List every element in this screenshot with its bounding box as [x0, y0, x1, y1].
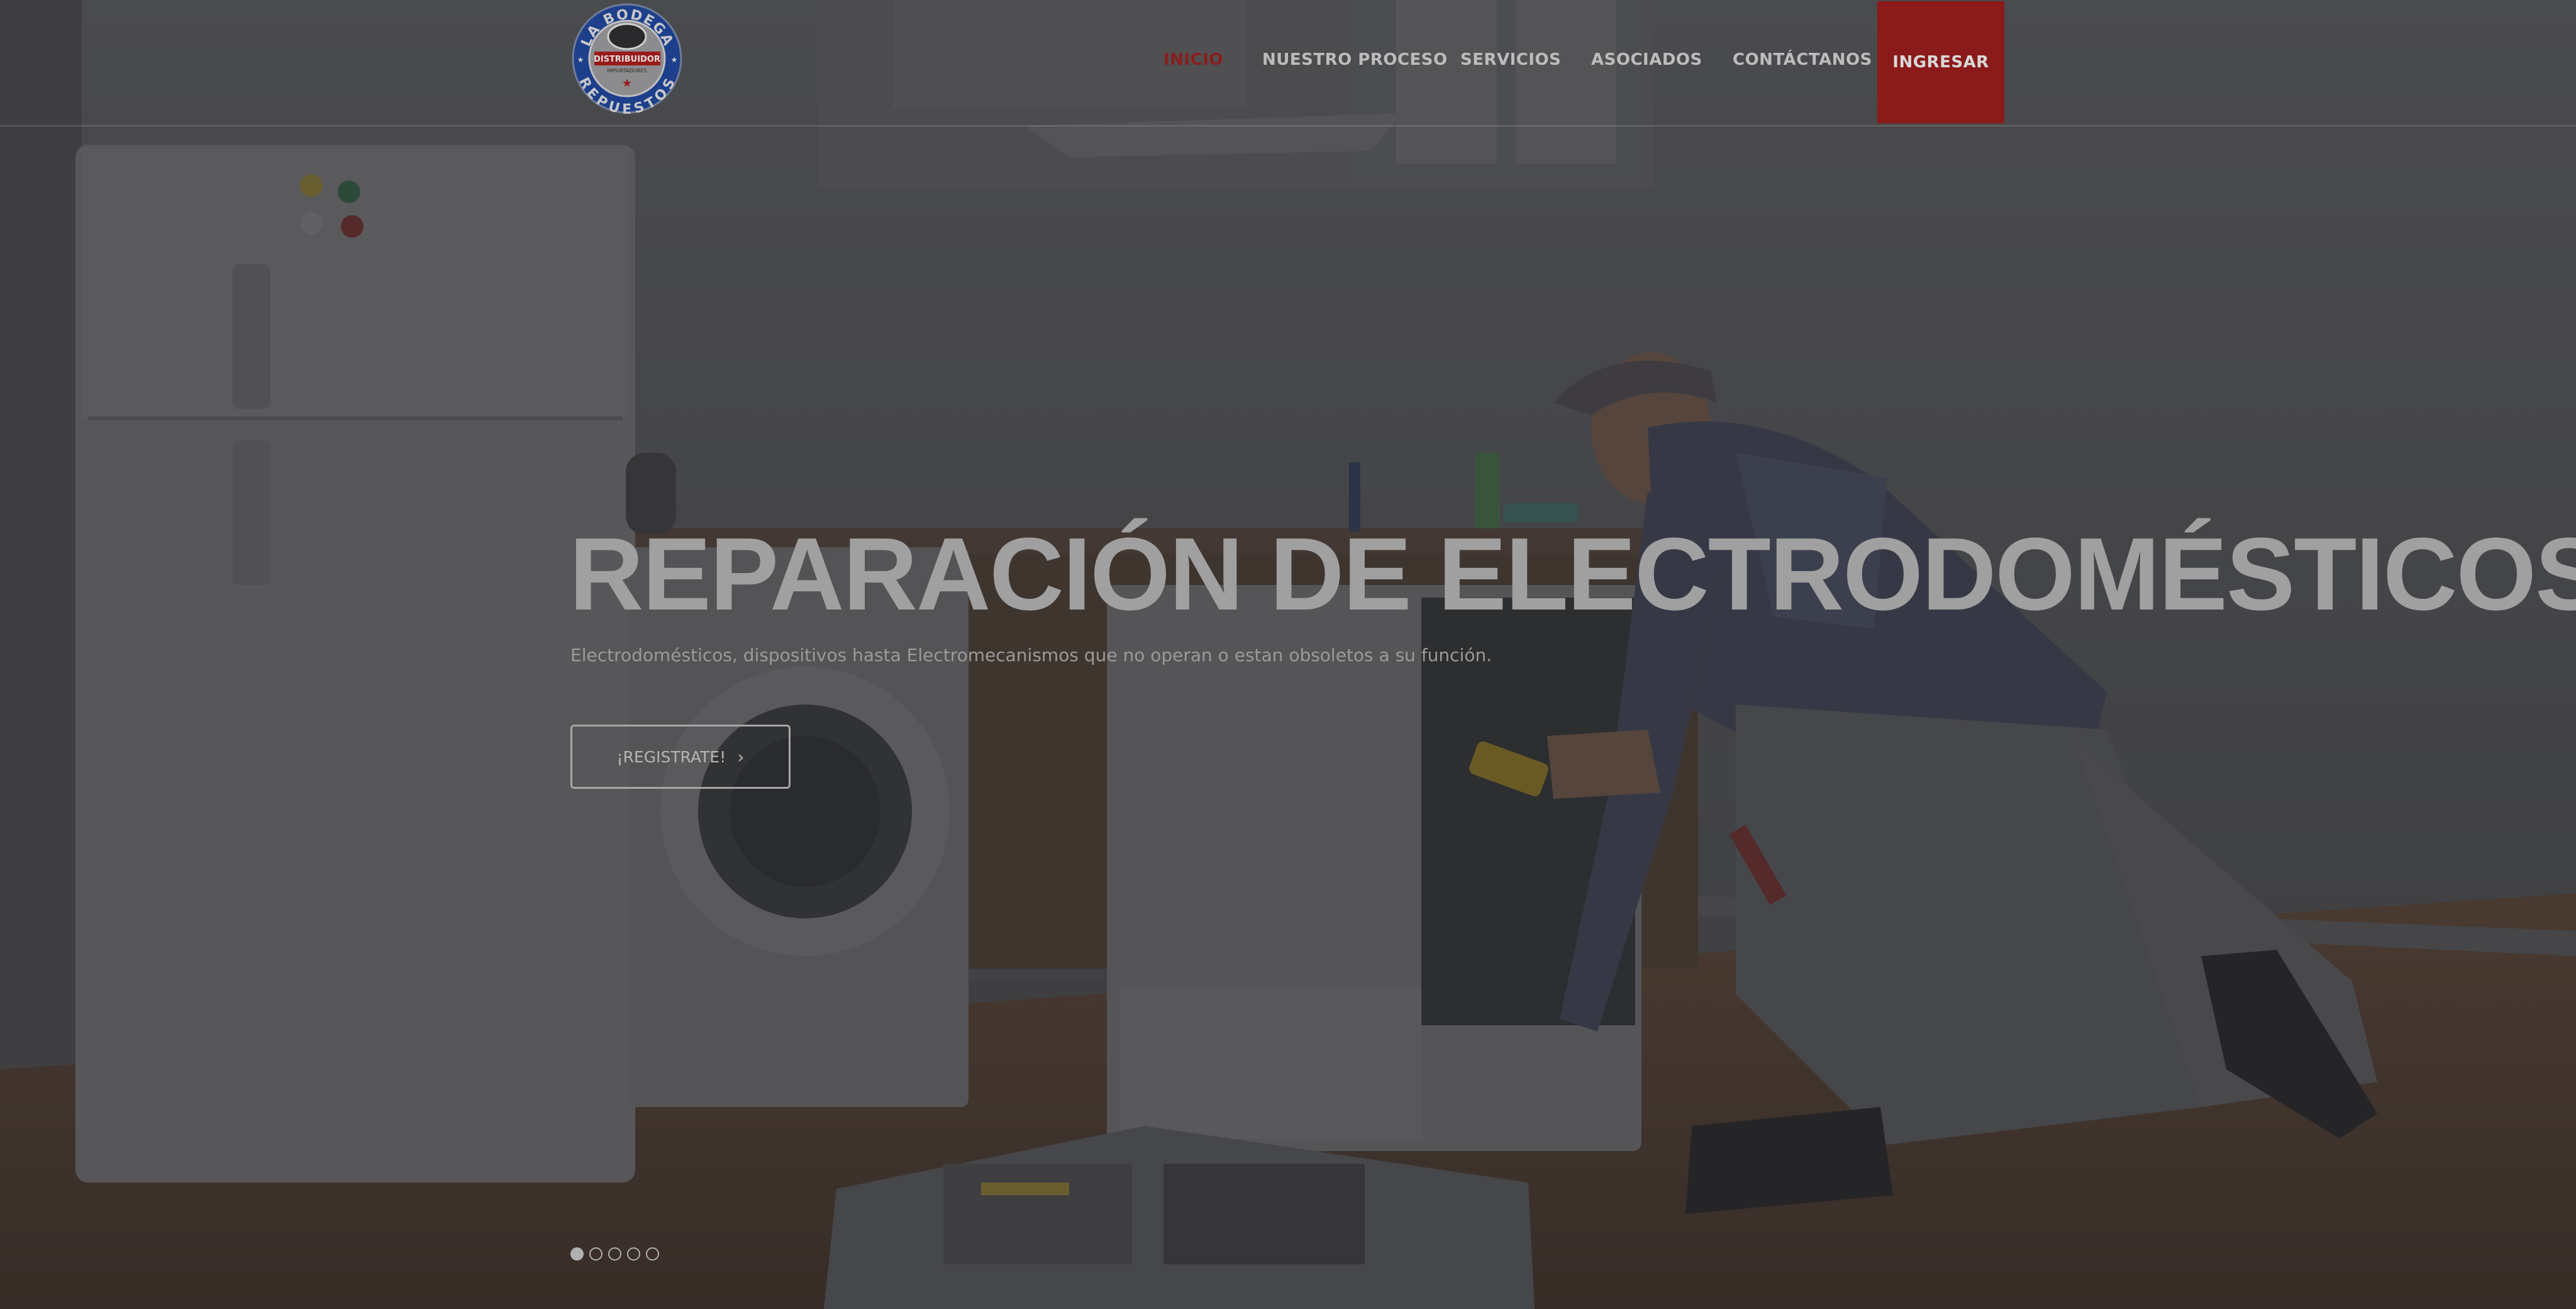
logo-star-left-icon: ★ [577, 55, 584, 64]
slider-dot-5[interactable] [646, 1247, 659, 1261]
logo-star-right-icon: ★ [671, 55, 678, 64]
nav-asociados[interactable]: ASOCIADOS [1591, 45, 1702, 74]
chevron-right-icon: › [737, 746, 745, 767]
slider-pagination [570, 1247, 659, 1261]
brand-logo[interactable]: LA BODEGA REPUESTOS DISTRIBUIDOR IMPORTA… [569, 2, 686, 118]
nav-nuestro-proceso[interactable]: NUESTRO PROCESO [1262, 45, 1448, 74]
logo-text-small: IMPORTADORES [607, 68, 647, 74]
nav-inicio[interactable]: INICIO [1163, 45, 1223, 74]
logo-star-icon: ★ [622, 77, 632, 89]
register-button-label: ¡REGISTRATE! [616, 747, 726, 766]
hero-title: REPARACIÓN DE ELECTRODOMÉSTICOS [569, 516, 2576, 632]
slider-dot-1[interactable] [570, 1247, 584, 1261]
la-bodega-logo-icon: LA BODEGA REPUESTOS DISTRIBUIDOR IMPORTA… [572, 3, 682, 118]
register-button[interactable]: ¡REGISTRATE! › [570, 725, 791, 789]
site-header: LA BODEGA REPUESTOS DISTRIBUIDOR IMPORTA… [0, 0, 2576, 126]
slider-dot-2[interactable] [589, 1247, 602, 1261]
slider-dot-3[interactable] [608, 1247, 621, 1261]
logo-text-center: DISTRIBUIDOR [594, 55, 660, 64]
hero-subtitle: Electrodomésticos, dispositivos hasta El… [570, 645, 1492, 666]
slider-dot-4[interactable] [627, 1247, 640, 1261]
nav-contactanos[interactable]: CONTÁCTANOS [1733, 45, 1872, 74]
login-button[interactable]: INGRESAR [1877, 1, 2004, 123]
nav-servicios[interactable]: SERVICIOS [1460, 45, 1561, 74]
